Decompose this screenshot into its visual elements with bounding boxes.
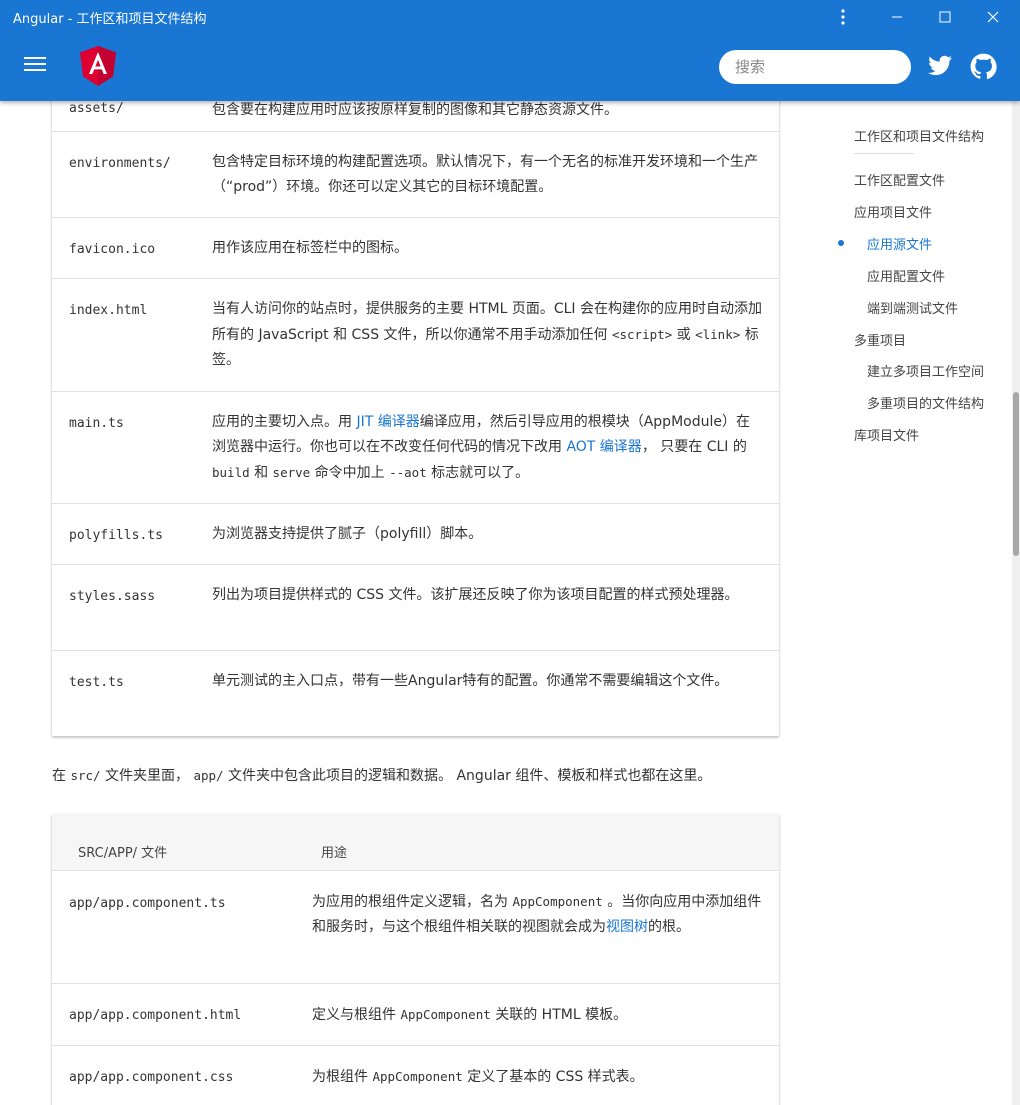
table-cell-key: index.html <box>69 303 148 318</box>
app-files-table: SRC/APP/ 文件 用途 app/app.component.ts 为应用的… <box>52 814 779 1105</box>
more-vert-icon[interactable] <box>820 0 866 33</box>
window-titlebar: Angular - 工作区和项目文件结构 <box>0 0 1020 33</box>
table-cell-value: 为应用的根组件定义逻辑，名为 AppComponent 。当你向应用中添加组件和… <box>312 894 762 935</box>
scrollbar-track[interactable] <box>1012 101 1020 1105</box>
paragraph: 在 src/ 文件夹里面， app/ 文件夹中包含此项目的逻辑和数据。 Angu… <box>52 768 712 784</box>
toc-item[interactable]: 应用项目文件 <box>854 202 932 221</box>
table-cell-key: main.ts <box>69 416 124 431</box>
table-cell-key: assets/ <box>69 101 124 116</box>
window-title: Angular - 工作区和项目文件结构 <box>13 12 207 27</box>
table-row: index.html 当有人访问你的站点时，提供服务的主要 HTML 页面。CL… <box>52 279 779 392</box>
table-cell-value: 应用的主要切入点。用 JIT 编译器编译应用，然后引导应用的根模块（AppMod… <box>212 414 750 481</box>
toc-item[interactable]: 工作区和项目文件结构 <box>854 126 984 145</box>
table-cell-key: test.ts <box>69 675 124 690</box>
jit-compiler-link[interactable]: JIT 编译器 <box>356 414 419 430</box>
view-tree-link[interactable]: 视图树 <box>606 919 648 935</box>
table-row: main.ts 应用的主要切入点。用 JIT 编译器编译应用，然后引导应用的根模… <box>52 392 779 504</box>
table-cell-value: 用作该应用在标签栏中的图标。 <box>212 240 408 256</box>
maximize-button[interactable] <box>922 0 968 33</box>
table-cell-value: 为根组件 AppComponent 定义了基本的 CSS 样式表。 <box>312 1069 644 1085</box>
table-cell-key: favicon.ico <box>69 242 156 257</box>
table-row: app/app.component.css 为根组件 AppComponent … <box>52 1046 779 1105</box>
table-row: polyfills.ts 为浏览器支持提供了腻子（polyfill）脚本。 <box>52 504 779 565</box>
table-row: app/app.component.ts 为应用的根组件定义逻辑，名为 AppC… <box>52 871 779 984</box>
toc-divider <box>854 153 914 154</box>
twitter-icon[interactable] <box>926 53 954 83</box>
search-field[interactable] <box>719 50 911 84</box>
table-header-file: SRC/APP/ 文件 <box>78 846 168 861</box>
table-cell-value: 单元测试的主入口点，带有一些Angular特有的配置。你通常不需要编辑这个文件。 <box>212 673 729 689</box>
toc-item[interactable]: 多重项目的文件结构 <box>867 393 984 412</box>
minimize-button[interactable] <box>874 0 920 33</box>
table-cell-key: app/app.component.css <box>69 1070 234 1085</box>
hamburger-icon[interactable] <box>24 57 46 77</box>
table-cell-key: styles.sass <box>69 589 156 604</box>
toc-item[interactable]: 工作区配置文件 <box>854 170 945 189</box>
table-row: test.ts 单元测试的主入口点，带有一些Angular特有的配置。你通常不需… <box>52 651 779 736</box>
table-cell-key: polyfills.ts <box>69 528 163 543</box>
table-cell-key: environments/ <box>69 156 171 171</box>
toc-item[interactable]: 应用配置文件 <box>867 266 945 285</box>
src-files-table: assets/ 包含要在构建应用时应该按原样复制的图像和其它静态资源文件。 en… <box>52 71 779 736</box>
table-cell-value: 为浏览器支持提供了腻子（polyfill）脚本。 <box>212 526 483 542</box>
table-cell-value: 当有人访问你的站点时，提供服务的主要 HTML 页面。CLI 会在构建你的应用时… <box>212 301 763 368</box>
table-header: SRC/APP/ 文件 用途 <box>52 814 779 871</box>
toc-item[interactable]: 库项目文件 <box>854 425 919 444</box>
toc-item[interactable]: 建立多项目工作空间 <box>867 361 984 380</box>
table-cell-key: app/app.component.ts <box>69 896 226 911</box>
github-icon[interactable] <box>970 53 997 84</box>
toc-item-active[interactable]: 应用源文件 <box>867 234 932 253</box>
close-button[interactable] <box>970 0 1016 33</box>
table-cell-value: 列出为项目提供样式的 CSS 文件。该扩展还反映了你为该项目配置的样式预处理器。 <box>212 587 739 603</box>
scrollbar-thumb[interactable] <box>1013 392 1019 556</box>
table-row: app/app.component.html 定义与根组件 AppCompone… <box>52 984 779 1046</box>
aot-compiler-link[interactable]: AOT 编译器 <box>566 439 641 455</box>
table-row: styles.sass 列出为项目提供样式的 CSS 文件。该扩展还反映了你为该… <box>52 565 779 651</box>
table-cell-value: 包含要在构建应用时应该按原样复制的图像和其它静态资源文件。 <box>212 102 618 118</box>
toc-item[interactable]: 多重项目 <box>854 330 906 349</box>
search-input[interactable] <box>719 50 911 84</box>
table-header-purpose: 用途 <box>321 846 348 861</box>
toc-item[interactable]: 端到端测试文件 <box>867 298 958 317</box>
table-row: favicon.ico 用作该应用在标签栏中的图标。 <box>52 218 779 279</box>
table-row: environments/ 包含特定目标环境的构建配置选项。默认情况下，有一个无… <box>52 132 779 218</box>
angular-logo[interactable] <box>80 46 116 90</box>
table-cell-key: app/app.component.html <box>69 1008 242 1023</box>
top-app-bar <box>0 33 1020 101</box>
toc-active-indicator <box>838 240 844 246</box>
table-cell-value: 包含特定目标环境的构建配置选项。默认情况下，有一个无名的标准开发环境和一个生产（… <box>212 154 758 195</box>
table-cell-value: 定义与根组件 AppComponent 关联的 HTML 模板。 <box>312 1007 628 1023</box>
